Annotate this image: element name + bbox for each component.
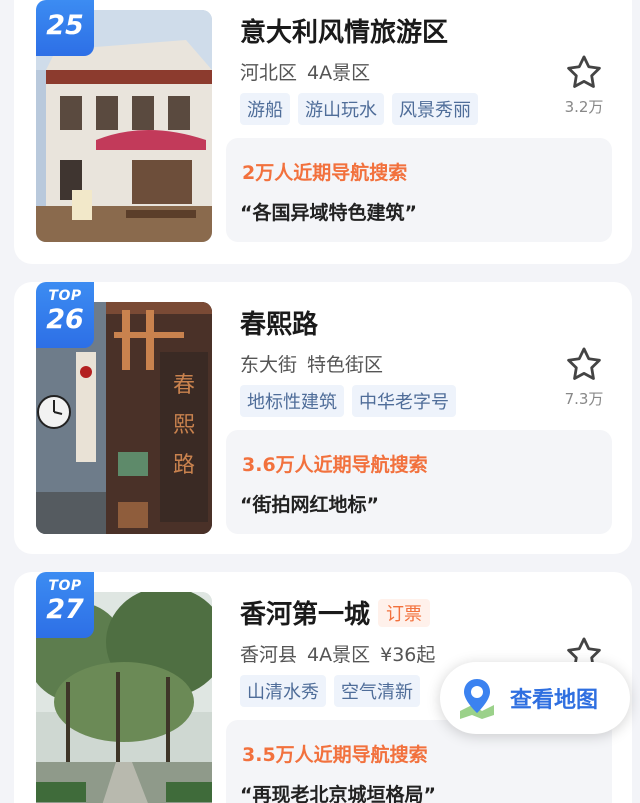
feature-tag: 中华老字号: [352, 385, 456, 417]
search-count: 3.6万人近期导航搜索: [242, 454, 428, 476]
feature-tag: 风景秀丽: [392, 93, 478, 125]
view-map-button[interactable]: 查看地图: [440, 662, 630, 734]
search-info-box: 2万人近期导航搜索 “各国异域特色建筑”: [226, 138, 612, 242]
scenic-grade: 特色街区: [307, 354, 384, 376]
rank-top-label: TOP: [48, 578, 82, 594]
rank-badge: TOP 26: [36, 282, 94, 348]
view-map-label: 查看地图: [510, 688, 599, 713]
rank-top-label: TOP: [48, 288, 82, 304]
attraction-card-25[interactable]: 25 意大利风情旅游区 河北区 4A景区 游船 游山玩水 风景秀丽 3.2万 2万…: [14, 0, 632, 264]
scenic-grade: 4A景区: [307, 644, 371, 666]
attraction-meta: 东大街 特色街区: [240, 350, 383, 377]
svg-text:路: 路: [173, 453, 195, 478]
rank-number: 26: [46, 304, 84, 335]
feature-tag: 游船: [240, 93, 290, 125]
map-pin-icon: [454, 675, 500, 721]
feature-tag: 游山玩水: [298, 93, 384, 125]
attraction-name[interactable]: 香河第一城 订票: [240, 594, 431, 631]
rank-badge: 25: [36, 0, 94, 56]
star-outline-icon: [567, 55, 601, 88]
attraction-card-26[interactable]: 春 熙 路 TOP 26 春熙路 东大街 特色街区 地标性建筑 中华老字号 7.3…: [14, 282, 632, 554]
highlight-quote: “各国异域特色建筑”: [240, 202, 417, 224]
favorite-count: 3.2万: [564, 98, 604, 116]
feature-tag: 地标性建筑: [240, 385, 344, 417]
search-count: 2万人近期导航搜索: [242, 162, 408, 184]
svg-text:熙: 熙: [173, 413, 195, 438]
rank-number: 25: [46, 10, 84, 41]
favorite-button[interactable]: 7.3万: [554, 344, 614, 409]
attraction-meta: 香河县 4A景区 ¥36起: [240, 640, 435, 667]
rank-number: 27: [46, 594, 84, 625]
attraction-name[interactable]: 春熙路: [240, 304, 318, 341]
attraction-name-text: 意大利风情旅游区: [240, 18, 449, 48]
feature-tags: 游船 游山玩水 风景秀丽: [240, 93, 478, 125]
feature-tag: 山清水秀: [240, 675, 326, 707]
star-outline-icon: [567, 347, 601, 380]
district: 东大街: [240, 354, 298, 376]
scenic-grade: 4A景区: [307, 62, 371, 84]
favorite-button[interactable]: 3.2万: [554, 52, 614, 117]
attraction-meta: 河北区 4A景区: [240, 58, 370, 85]
search-count: 3.5万人近期导航搜索: [242, 744, 428, 766]
attraction-name[interactable]: 意大利风情旅游区: [240, 12, 448, 49]
attraction-name-text: 春熙路: [240, 310, 319, 340]
feature-tags: 山清水秀 空气清新: [240, 675, 420, 707]
district: 香河县: [240, 644, 298, 666]
favorite-count: 7.3万: [564, 390, 604, 408]
feature-tag: 空气清新: [334, 675, 420, 707]
feature-tags: 地标性建筑 中华老字号: [240, 385, 456, 417]
rank-badge: TOP 27: [36, 572, 94, 638]
attraction-name-text: 香河第一城: [240, 600, 371, 630]
search-info-box: 3.6万人近期导航搜索 “街拍网红地标”: [226, 430, 612, 534]
ticket-price: ¥36起: [380, 644, 436, 666]
svg-text:春: 春: [173, 373, 195, 398]
district: 河北区: [240, 62, 298, 84]
ticket-button[interactable]: 订票: [378, 598, 431, 627]
highlight-quote: “再现老北京城垣格局”: [240, 784, 436, 803]
highlight-quote: “街拍网红地标”: [240, 494, 379, 516]
